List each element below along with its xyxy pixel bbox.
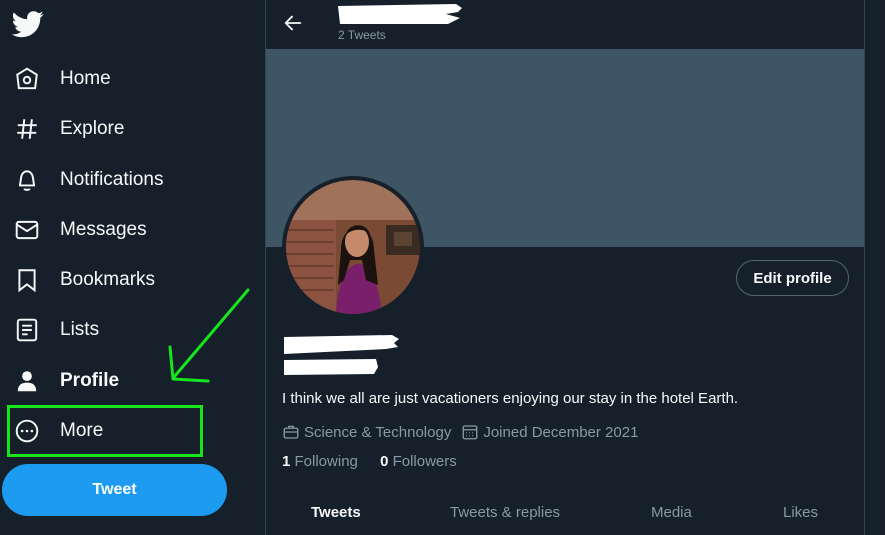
profile-avatar[interactable] <box>282 176 424 318</box>
nav-label-profile: Profile <box>60 370 120 391</box>
profile-header: 2 Tweets <box>266 0 866 49</box>
envelope-icon <box>15 220 39 240</box>
nav-label-bookmarks: Bookmarks <box>60 269 156 290</box>
following-link[interactable]: 1 Following <box>282 453 358 470</box>
profile-meta: Science & Technology Joined December 202… <box>282 422 648 442</box>
tab-media[interactable]: Media <box>651 504 692 521</box>
hashtag-icon <box>17 119 37 139</box>
edit-profile-button[interactable]: Edit profile <box>736 260 849 296</box>
followers-count: 0 <box>380 453 389 470</box>
follow-stats: 1 Following 0 Followers <box>282 453 475 470</box>
annotation-arrow <box>168 288 250 383</box>
tab-tweets[interactable]: Tweets <box>311 504 361 521</box>
profile-category-label: Science & Technology <box>304 423 452 441</box>
calendar-icon <box>462 425 478 440</box>
profile-joined-label: Joined December 2021 <box>483 423 639 441</box>
profile-column: 2 Tweets Edit profile I think we all are… <box>265 0 865 535</box>
bookmark-icon <box>18 269 36 293</box>
back-arrow-icon[interactable] <box>282 12 304 34</box>
handle-redaction <box>284 359 378 375</box>
nav-item-explore[interactable]: Explore <box>0 107 240 151</box>
nav-label-messages: Messages <box>60 219 147 240</box>
briefcase-icon <box>283 425 299 439</box>
tab-likes[interactable]: Likes <box>783 504 818 521</box>
profile-bio: I think we all are just vacationers enjo… <box>282 390 739 407</box>
twitter-bird-icon[interactable] <box>12 8 44 40</box>
profile-joined: Joined December 2021 <box>461 423 638 441</box>
nav-item-home[interactable]: Home <box>0 57 240 101</box>
bell-icon <box>18 170 36 191</box>
person-icon <box>17 371 37 392</box>
avatar-photo <box>286 180 420 314</box>
following-count: 1 <box>282 453 291 470</box>
followers-label: Followers <box>392 453 457 470</box>
profile-category: Science & Technology <box>282 423 451 441</box>
home-icon <box>16 67 38 90</box>
nav-label-notifications: Notifications <box>60 169 164 190</box>
header-tweet-count: 2 Tweets <box>338 28 386 42</box>
tweet-button[interactable]: Tweet <box>2 464 227 516</box>
list-icon <box>16 318 38 342</box>
following-label: Following <box>294 453 358 470</box>
tab-tweets-replies[interactable]: Tweets & replies <box>450 504 560 521</box>
nav-label-lists: Lists <box>60 319 100 340</box>
nav-item-notifications[interactable]: Notifications <box>0 158 240 202</box>
sidebar: Home Explore Notifications Messages Book… <box>0 0 266 535</box>
annotation-highlight-box <box>7 405 203 457</box>
nav-item-messages[interactable]: Messages <box>0 208 240 252</box>
nav-label-explore: Explore <box>60 118 125 139</box>
display-name-redaction <box>284 335 399 354</box>
header-name-redaction <box>338 4 462 24</box>
nav-label-home: Home <box>60 68 111 89</box>
followers-link[interactable]: 0 Followers <box>380 453 457 470</box>
